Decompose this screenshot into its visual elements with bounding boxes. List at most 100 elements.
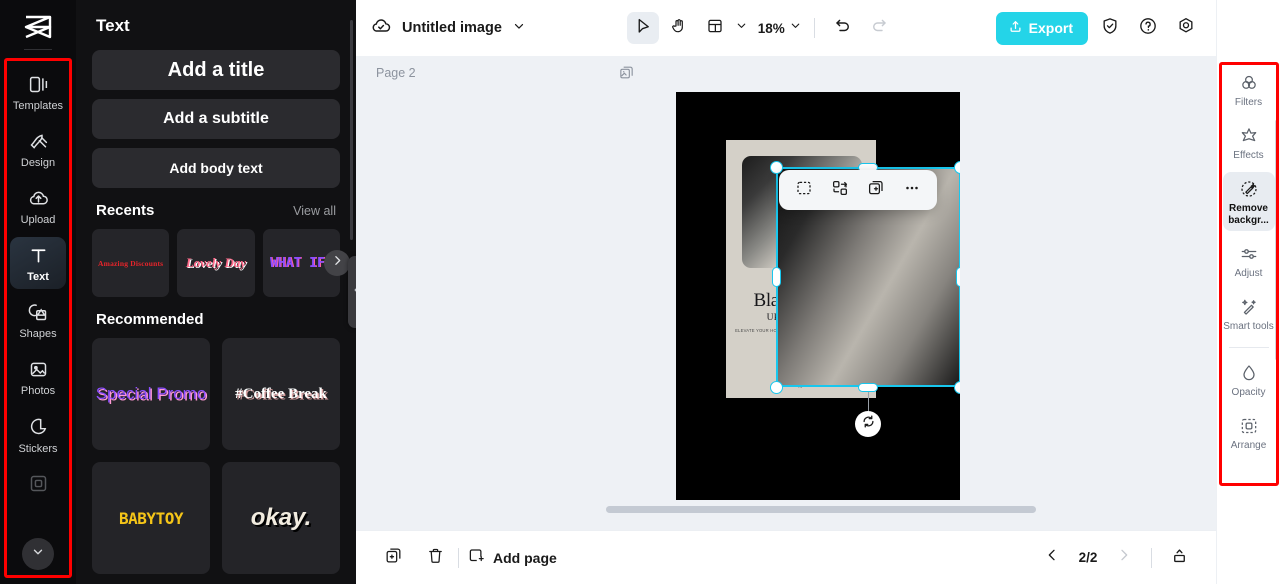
undo-button[interactable]	[827, 12, 859, 44]
swap-icon	[831, 179, 849, 202]
view-all-link[interactable]: View all	[293, 204, 336, 218]
right-item-label: Adjust	[1234, 267, 1263, 279]
prev-page-button[interactable]	[1037, 543, 1067, 573]
sidebar-item-frames[interactable]	[10, 466, 66, 506]
sidebar-item-stickers[interactable]: Stickers	[10, 409, 66, 461]
design-icon	[27, 130, 49, 152]
gear-icon	[1176, 16, 1196, 41]
recommended-thumb[interactable]: #Coffee Break	[222, 338, 340, 450]
shield-button[interactable]	[1094, 12, 1126, 44]
sidebar-item-templates[interactable]: Templates	[10, 66, 66, 118]
add-a-subtitle-button[interactable]: Add a subtitle	[92, 99, 340, 139]
upload-icon	[1008, 19, 1023, 37]
recents-next-button[interactable]	[324, 250, 350, 276]
export-page-button[interactable]	[1164, 543, 1194, 573]
sidebar-label: Text	[27, 271, 49, 284]
recommended-thumb[interactable]: Special Promo	[92, 338, 210, 450]
ellipsis-icon	[903, 179, 921, 202]
duplicate-page-button[interactable]	[378, 543, 408, 573]
select-tool-button[interactable]	[626, 12, 659, 44]
add-a-title-button[interactable]: Add a title	[92, 50, 340, 90]
recent-thumb[interactable]: Amazing Discounts	[92, 229, 170, 297]
zoom-dropdown-icon[interactable]	[789, 19, 802, 37]
sidebar-item-design[interactable]: Design	[10, 123, 66, 175]
canvas-area[interactable]: Page 2 Shop quito Black Friday UP TO 45%…	[356, 56, 1216, 530]
duplicate-tool-button[interactable]	[861, 175, 891, 205]
resize-handle-top-right[interactable]	[954, 161, 960, 174]
next-page-button[interactable]	[1109, 543, 1139, 573]
right-item-remove-background[interactable]: Remove backgr...	[1222, 172, 1275, 231]
right-item-label: Smart tools	[1223, 320, 1274, 332]
sidebar-item-photos[interactable]: Photos	[10, 351, 66, 403]
magic-wand-icon	[1238, 296, 1260, 318]
add-page-button[interactable]: Add page	[467, 547, 557, 568]
horizontal-scrollbar-track	[356, 506, 1216, 520]
effects-star-icon	[1238, 125, 1260, 147]
recommended-thumb-label: #Coffee Break	[235, 385, 327, 402]
more-options-button[interactable]	[897, 175, 927, 205]
panel-title: Text	[96, 16, 130, 35]
replace-tool-button[interactable]	[825, 175, 855, 205]
resize-handle-bottom-right[interactable]	[954, 381, 960, 394]
duplicate-icon	[384, 546, 403, 570]
sidebar-expand-button[interactable]	[22, 538, 54, 570]
hand-tool-button[interactable]	[663, 12, 695, 44]
rotate-icon	[861, 414, 876, 434]
right-panel-scrollbar[interactable]	[1275, 120, 1278, 360]
panel-scrollbar[interactable]	[350, 20, 353, 240]
resize-handle-bottom-left[interactable]	[770, 381, 783, 394]
resize-handle-mid-left[interactable]	[772, 267, 781, 287]
capcut-editor-window: Templates Design Upload Text Shapes Phot…	[0, 0, 1280, 584]
resize-handle-mid-right[interactable]	[956, 267, 960, 287]
delete-page-button[interactable]	[420, 543, 450, 573]
title-dropdown-icon[interactable]	[512, 19, 526, 38]
recents-heading: Recents	[96, 202, 155, 219]
panel-collapse-handle[interactable]	[348, 256, 356, 328]
photos-icon	[27, 358, 49, 380]
sidebar-label: Templates	[12, 100, 64, 112]
right-item-arrange[interactable]: Arrange	[1223, 409, 1275, 456]
redo-button[interactable]	[863, 12, 895, 44]
right-item-adjust[interactable]: Adjust	[1223, 237, 1275, 284]
add-body-text-button[interactable]: Add body text	[92, 148, 340, 188]
rotate-button[interactable]	[855, 411, 881, 437]
frames-icon	[27, 473, 49, 495]
recommended-thumb[interactable]: BABYTOY	[92, 462, 210, 574]
top-toolbar: Untitled image 18% Export	[356, 0, 1216, 56]
add-page-label: Add page	[493, 549, 557, 566]
recent-thumb[interactable]: Lovely Day	[177, 229, 255, 297]
duplicate-page-icon[interactable]	[618, 64, 635, 86]
trash-icon	[426, 546, 445, 570]
redo-icon	[870, 17, 888, 40]
right-item-filters[interactable]: Filters	[1223, 66, 1275, 113]
chevron-down-icon	[31, 545, 45, 564]
recommended-thumb-label: Special Promo	[95, 384, 207, 403]
document-title[interactable]: Untitled image	[402, 20, 502, 36]
sidebar-label: Upload	[20, 214, 56, 227]
right-item-opacity[interactable]: Opacity	[1223, 356, 1275, 403]
sidebar-item-upload[interactable]: Upload	[10, 180, 66, 232]
right-item-smart-tools[interactable]: Smart tools	[1223, 290, 1275, 337]
stickers-icon	[27, 416, 49, 438]
sidebar-item-shapes[interactable]: Shapes	[10, 294, 66, 346]
layout-tool-button[interactable]	[699, 12, 731, 44]
sidebar-item-text[interactable]: Text	[10, 237, 66, 290]
recommended-thumb[interactable]: okay.	[222, 462, 340, 574]
right-item-label: Arrange	[1230, 440, 1267, 452]
add-page-icon	[467, 547, 485, 568]
export-button[interactable]: Export	[995, 11, 1088, 45]
cutout-tool-button[interactable]	[789, 175, 819, 205]
horizontal-scrollbar-thumb[interactable]	[606, 506, 1036, 513]
artboard[interactable]: Shop quito Black Friday UP TO 45% OFF EL…	[676, 92, 960, 500]
sliders-icon	[1238, 243, 1260, 265]
chevron-left-icon	[1044, 547, 1060, 568]
layout-dropdown-icon[interactable]	[735, 19, 748, 37]
question-circle-icon	[1138, 16, 1158, 41]
right-item-effects[interactable]: Effects	[1223, 119, 1275, 166]
help-button[interactable]	[1132, 12, 1164, 44]
undo-icon	[834, 17, 852, 40]
hand-icon	[670, 17, 688, 40]
templates-icon	[27, 73, 49, 95]
resize-handle-bottom-center[interactable]	[858, 383, 878, 392]
settings-button[interactable]	[1170, 12, 1202, 44]
